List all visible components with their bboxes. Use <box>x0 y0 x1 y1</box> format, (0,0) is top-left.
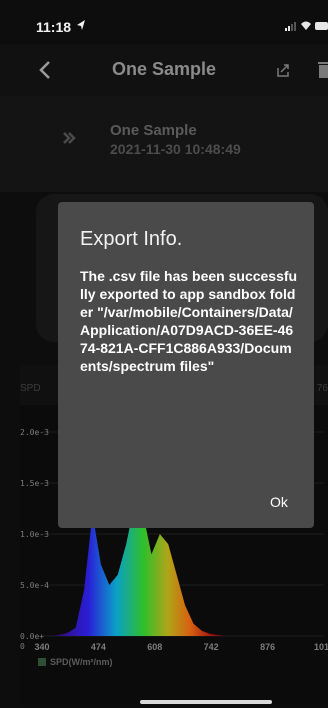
nav-bar: One Sample <box>0 44 328 96</box>
sample-name: One Sample <box>110 122 197 139</box>
cellular-signal-icon <box>285 22 296 31</box>
y-tick-label: 0.0e+ <box>20 632 44 641</box>
tab-spd[interactable]: SPD <box>20 383 41 394</box>
export-info-dialog: Export Info. The .csv file has been succ… <box>58 202 314 528</box>
location-arrow-icon <box>77 20 85 30</box>
status-bar: 11:18 <box>0 0 328 44</box>
tab-right-partial[interactable]: 76 <box>317 383 328 394</box>
chart-legend: SPD(W/m²/nm) <box>38 657 113 667</box>
x-tick-label: 876 <box>260 642 275 652</box>
x-tick-label: 1010 <box>314 642 328 652</box>
trash-icon[interactable] <box>318 62 328 78</box>
status-time: 11:18 <box>36 19 72 35</box>
wifi-icon <box>301 21 311 30</box>
x-tick-label: 340 <box>34 642 49 652</box>
sample-timestamp: 2021-11-30 10:48:49 <box>110 141 241 157</box>
y-tick-label: 2.0e-3 <box>20 428 49 437</box>
x-tick-label: 474 <box>91 642 106 652</box>
dialog-title: Export Info. <box>80 228 183 250</box>
y-tick-label: 0 <box>20 642 25 651</box>
double-chevron-icon <box>63 132 76 144</box>
share-icon[interactable] <box>275 62 291 78</box>
ok-button[interactable]: Ok <box>270 494 288 510</box>
y-tick-label: 5.0e-4 <box>20 581 49 590</box>
dialog-message: The .csv file has been successfully expo… <box>80 268 298 374</box>
y-tick-label: 1.0e-3 <box>20 530 49 539</box>
legend-label: SPD(W/m²/nm) <box>50 657 113 667</box>
legend-swatch <box>38 658 46 666</box>
y-tick-label: 1.5e-3 <box>20 479 49 488</box>
sample-row[interactable]: One Sample 2021-11-30 10:48:49 <box>0 96 328 192</box>
home-indicator <box>140 700 272 704</box>
x-tick-label: 742 <box>204 642 219 652</box>
app-screen: 11:18 One Sample One Sample 2021-11-30 1… <box>0 0 328 708</box>
battery-icon <box>315 22 328 30</box>
x-tick-label: 608 <box>147 642 162 652</box>
